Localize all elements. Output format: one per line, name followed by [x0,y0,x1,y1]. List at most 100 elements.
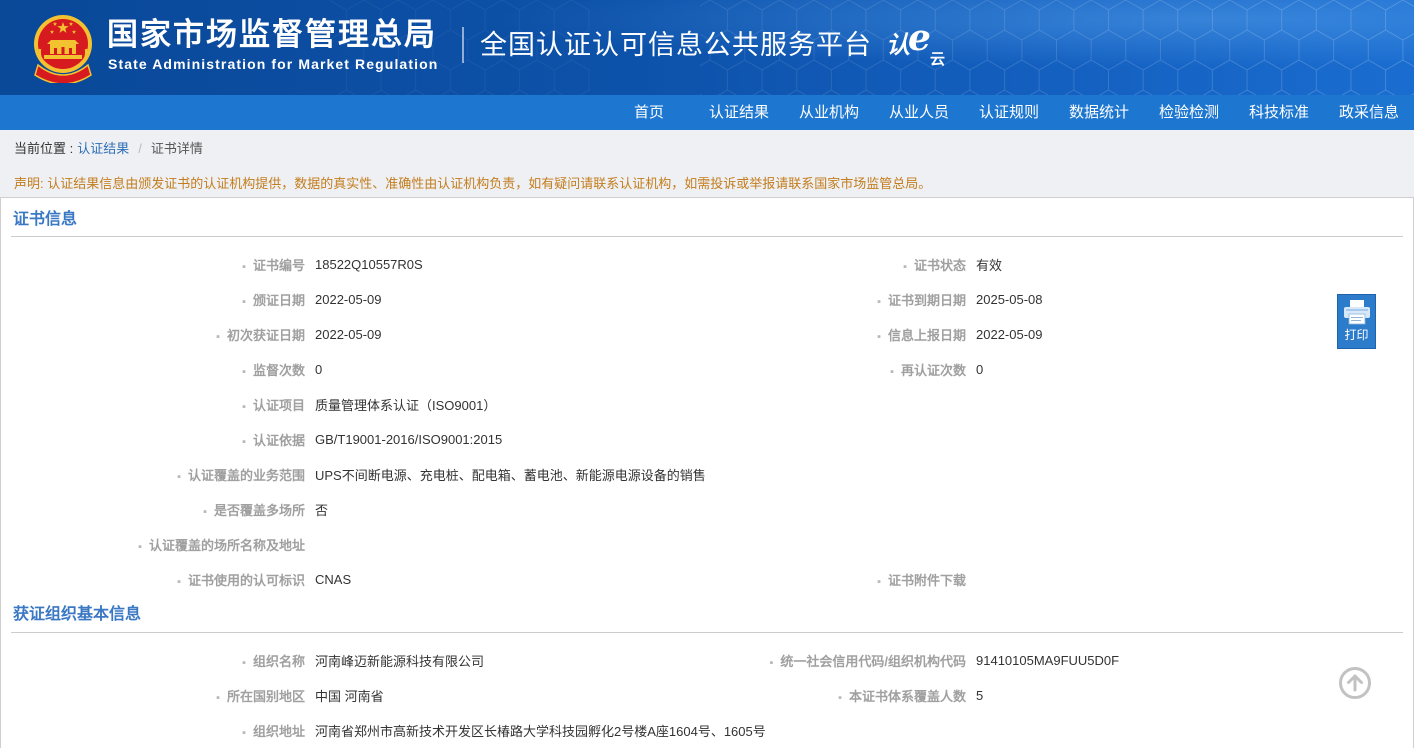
table-row: 证书使用的认可标识 CNAS 证书附件下载 [1,562,1413,597]
field-label: 认证覆盖的场所名称及地址 [1,535,305,554]
breadcrumb-prefix: 当前位置 : [14,141,74,156]
nav-item-home[interactable]: 首页 [604,95,694,130]
section-title-certificate: 证书信息 [11,198,1403,237]
field-surveillance-count: 监督次数 0 [1,360,662,379]
breadcrumb-link-cert-results[interactable]: 认证结果 [77,141,129,156]
field-value: GB/T19001-2016/ISO9001:2015 [315,432,503,447]
field-accreditation-mark: 证书使用的认可标识 CNAS [1,570,662,589]
table-row: 认证项目 质量管理体系认证（ISO9001） [1,387,1413,422]
field-value: 91410105MA9FUU5D0F [976,653,1120,668]
field-label: 所在国别地区 [1,686,305,705]
breadcrumb-separator: / [138,141,142,156]
field-value: 2022-05-09 [976,327,1043,342]
site-header: 国家市场监督管理总局 State Administration for Mark… [0,0,1414,95]
field-cert-basis: 认证依据 GB/T19001-2016/ISO9001:2015 [1,430,1413,449]
field-value: 河南省郑州市高新技术开发区长椿路大学科技园孵化2号楼A座1604号、1605号 [315,724,766,739]
field-first-issue-date: 初次获证日期 2022-05-09 [1,325,662,344]
nav-item-inspection[interactable]: 检验检测 [1144,95,1234,130]
field-label: 认证覆盖的业务范围 [1,465,305,484]
certificate-fields: 证书编号 18522Q10557R0S 证书状态 有效 颁证日期 2022-05… [1,237,1413,597]
field-label: 组织名称 [1,651,305,670]
field-value: UPS不间断电源、充电桩、配电箱、蓄电池、新能源电源设备的销售 [315,468,706,483]
table-row: 认证覆盖的场所名称及地址 [1,527,1413,562]
field-value: 中国 河南省 [315,689,384,704]
field-label: 认证依据 [1,430,305,449]
field-value: 5 [976,688,984,703]
table-row: 是否覆盖多场所 否 [1,492,1413,527]
breadcrumb: 当前位置 : 认证结果 / 证书详情 [14,140,203,157]
field-org-address: 组织地址 河南省郑州市高新技术开发区长椿路大学科技园孵化2号楼A座1604号、1… [1,721,1413,740]
field-value: CNAS [315,572,352,587]
field-value: 18522Q10557R0S [315,257,423,272]
field-recertification-count: 再认证次数 0 [662,360,1323,379]
nav-item-institutions[interactable]: 从业机构 [784,95,874,130]
field-issue-date: 颁证日期 2022-05-09 [1,290,662,309]
field-value: 2022-05-09 [315,327,382,342]
field-label: 信息上报日期 [662,325,966,344]
field-multi-site: 是否覆盖多场所 否 [1,500,1413,519]
table-row: 认证依据 GB/T19001-2016/ISO9001:2015 [1,422,1413,457]
disclaimer-text: 声明: 认证结果信息由颁发证书的认证机构提供，数据的真实性、准确性由认证机构负责… [14,176,932,191]
field-business-scope: 认证覆盖的业务范围 UPS不间断电源、充电桩、配电箱、蓄电池、新能源电源设备的销… [1,465,1413,484]
table-row: 初次获证日期 2022-05-09 信息上报日期 2022-05-09 [1,317,1413,352]
print-button-label: 打印 [1344,328,1369,342]
field-label: 再认证次数 [662,360,966,379]
logo-char-2: e [908,17,931,59]
header-divider [462,27,464,63]
field-label: 证书编号 [1,255,305,274]
field-value: 质量管理体系认证（ISO9001） [315,398,497,413]
field-label: 认证项目 [1,395,305,414]
nav-item-statistics[interactable]: 数据统计 [1054,95,1144,130]
field-label: 证书使用的认可标识 [1,570,305,589]
table-row: 证书编号 18522Q10557R0S 证书状态 有效 [1,247,1413,282]
arrow-up-circle-icon [1347,674,1363,692]
field-label: 证书附件下载 [662,570,966,589]
nav-item-rules[interactable]: 认证规则 [964,95,1054,130]
logo-char-1: 认 [886,32,910,59]
field-label: 证书到期日期 [662,290,966,309]
field-cert-project: 认证项目 质量管理体系认证（ISO9001） [1,395,1413,414]
section-title-organization: 获证组织基本信息 [11,597,1403,633]
nav-item-standards[interactable]: 科技标准 [1234,95,1324,130]
detail-panel: 证书信息 证书编号 18522Q10557R0S 证书状态 有效 颁证日期 20… [0,197,1414,748]
field-site-addresses: 认证覆盖的场所名称及地址 [1,535,1413,554]
scroll-to-top-button[interactable] [1339,667,1371,699]
field-value: 0 [315,362,323,377]
field-value: 0 [976,362,984,377]
field-label: 证书状态 [662,255,966,274]
field-org-name: 组织名称 河南峰迈新能源科技有限公司 [1,651,662,670]
field-cert-number: 证书编号 18522Q10557R0S [1,255,662,274]
table-row: 组织地址 河南省郑州市高新技术开发区长椿路大学科技园孵化2号楼A座1604号、1… [1,713,1413,748]
breadcrumb-bar: 当前位置 : 认证结果 / 证书详情 声明: 认证结果信息由颁发证书的认证机构提供，数… [0,130,1414,197]
nav-item-personnel[interactable]: 从业人员 [874,95,964,130]
field-attachment-download: 证书附件下载 [662,570,1323,589]
print-button[interactable]: 打印 [1337,294,1376,349]
main-nav: 首页 认证结果 从业机构 从业人员 认证规则 数据统计 检验检测 科技标准 政采… [0,95,1414,130]
field-label: 是否覆盖多场所 [1,500,305,519]
field-value: 2025-05-08 [976,292,1043,307]
printer-icon [1343,300,1370,325]
platform-logo[interactable]: 认 e 云 [886,17,952,72]
field-label: 监督次数 [1,360,305,379]
organization-fields: 组织名称 河南峰迈新能源科技有限公司 统一社会信用代码/组织机构代码 91410… [1,633,1413,748]
nav-item-cert-results[interactable]: 认证结果 [694,95,784,130]
org-name-cn: 国家市场监督管理总局 [107,17,437,52]
field-value: 否 [315,503,329,518]
field-label: 组织地址 [1,721,305,740]
national-emblem-icon [34,15,92,83]
field-label: 统一社会信用代码/组织机构代码 [662,651,966,670]
table-row: 组织名称 河南峰迈新能源科技有限公司 统一社会信用代码/组织机构代码 91410… [1,643,1413,678]
table-row: 认证覆盖的业务范围 UPS不间断电源、充电桩、配电箱、蓄电池、新能源电源设备的销… [1,457,1413,492]
table-row: 颁证日期 2022-05-09 证书到期日期 2025-05-08 [1,282,1413,317]
breadcrumb-current: 证书详情 [150,141,203,156]
nav-item-procurement[interactable]: 政采信息 [1324,95,1414,130]
field-value: 有效 [976,258,1003,273]
field-covered-headcount: 本证书体系覆盖人数 5 [662,686,1323,705]
field-label: 本证书体系覆盖人数 [662,686,966,705]
logo-char-3: 云 [930,51,946,68]
field-credit-code: 统一社会信用代码/组织机构代码 91410105MA9FUU5D0F [662,651,1323,670]
table-row: 所在国别地区 中国 河南省 本证书体系覆盖人数 5 [1,678,1413,713]
field-report-date: 信息上报日期 2022-05-09 [662,325,1323,344]
field-region: 所在国别地区 中国 河南省 [1,686,662,705]
field-value: 2022-05-09 [315,292,382,307]
